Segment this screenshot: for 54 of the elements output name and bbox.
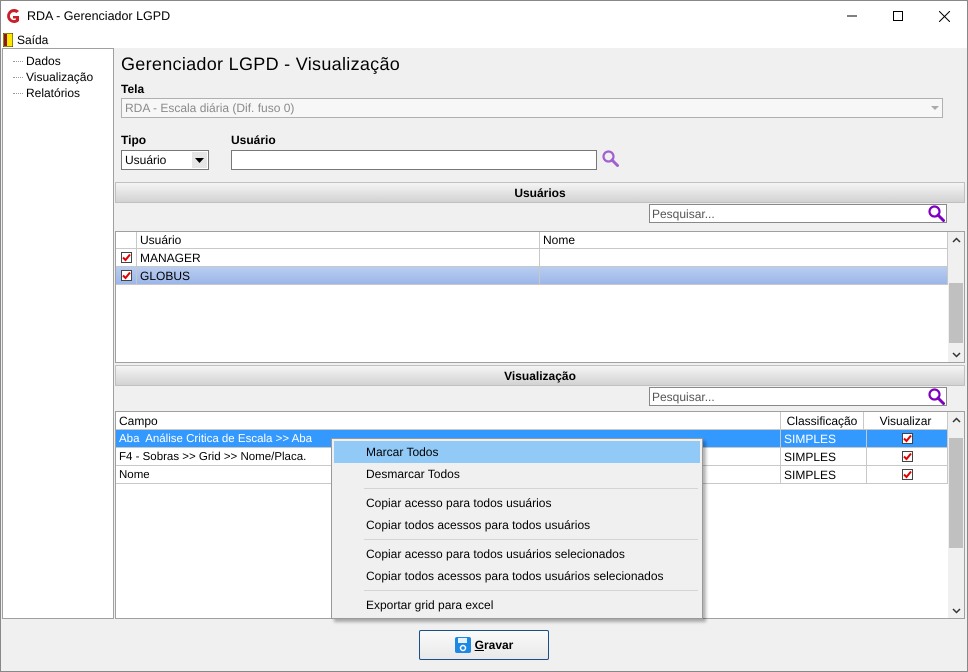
- section-header: Usuários: [115, 182, 965, 203]
- tree-item[interactable]: Visualização: [26, 70, 94, 84]
- menu-item[interactable]: Copiar acesso para todos usuários selecionados: [334, 543, 700, 565]
- type-dropdown[interactable]: Usuário: [121, 150, 209, 170]
- table-row[interactable]: GLOBUS: [116, 267, 948, 285]
- tree-item[interactable]: Relatórios: [26, 86, 80, 100]
- scroll-down-icon[interactable]: [952, 352, 960, 358]
- table-cell: Aba Análise Critica de Escala >> Aba: [119, 432, 312, 444]
- section-header: Visualização: [115, 365, 965, 386]
- scroll-up-icon[interactable]: [952, 417, 960, 423]
- scroll-down-icon[interactable]: [952, 608, 960, 614]
- search-icon[interactable]: [602, 150, 619, 167]
- table-cell: F4 - Sobras >> Grid >> Nome/Placa.: [119, 450, 306, 462]
- field-label: Tipo: [120, 133, 148, 147]
- maximize-icon[interactable]: [893, 11, 903, 21]
- field-label: Tela: [120, 82, 146, 96]
- checkbox[interactable]: [902, 433, 912, 444]
- checkbox[interactable]: [120, 270, 132, 281]
- search-field[interactable]: Pesquisar...: [649, 204, 947, 223]
- door-icon[interactable]: [3, 32, 13, 46]
- menu-item[interactable]: Marcar Todos: [334, 441, 700, 463]
- checkbox[interactable]: [902, 469, 912, 480]
- window-title: RDA - Gerenciador LGPD: [27, 9, 172, 23]
- menu-item[interactable]: Copiar acesso para todos usuários: [334, 492, 700, 514]
- column-header[interactable]: Classificação: [781, 412, 864, 429]
- scrollbar[interactable]: [948, 232, 964, 362]
- table-cell: Nome: [119, 468, 150, 480]
- menu-item[interactable]: Exportar grid para excel: [334, 594, 700, 616]
- tree-item[interactable]: Dados: [26, 54, 61, 68]
- save-button[interactable]: Gravar: [419, 630, 549, 660]
- table-cell: SIMPLES: [781, 430, 867, 447]
- scroll-up-icon[interactable]: [952, 237, 960, 243]
- checkbox[interactable]: [902, 451, 912, 462]
- checkbox[interactable]: [120, 252, 132, 263]
- close-icon[interactable]: [938, 10, 950, 22]
- column-header[interactable]: Campo: [116, 412, 781, 429]
- search-field[interactable]: Pesquisar...: [649, 387, 947, 406]
- menu-item[interactable]: Saída: [17, 32, 48, 46]
- column-header[interactable]: Usuário: [137, 232, 540, 248]
- table-cell: SIMPLES: [781, 466, 867, 483]
- menu-item[interactable]: Copiar todos acessos para todos usuários selecionados: [334, 565, 700, 587]
- scrollbar[interactable]: [948, 412, 964, 618]
- caret-icon[interactable]: [195, 158, 204, 162]
- table-cell: GLOBUS: [137, 267, 540, 284]
- search-icon[interactable]: [928, 205, 945, 222]
- field-label: Usuário: [231, 133, 277, 147]
- user-input-field[interactable]: [231, 150, 597, 170]
- table-cell: MANAGER: [137, 249, 540, 266]
- menu-item[interactable]: Desmarcar Todos: [334, 463, 700, 485]
- search-icon[interactable]: [928, 388, 945, 405]
- menu-item[interactable]: Copiar todos acessos para todos usuários: [334, 514, 700, 536]
- app-logo-icon: [5, 8, 21, 24]
- page-heading: Gerenciador LGPD - Visualização: [120, 53, 402, 76]
- table-cell: SIMPLES: [781, 448, 867, 465]
